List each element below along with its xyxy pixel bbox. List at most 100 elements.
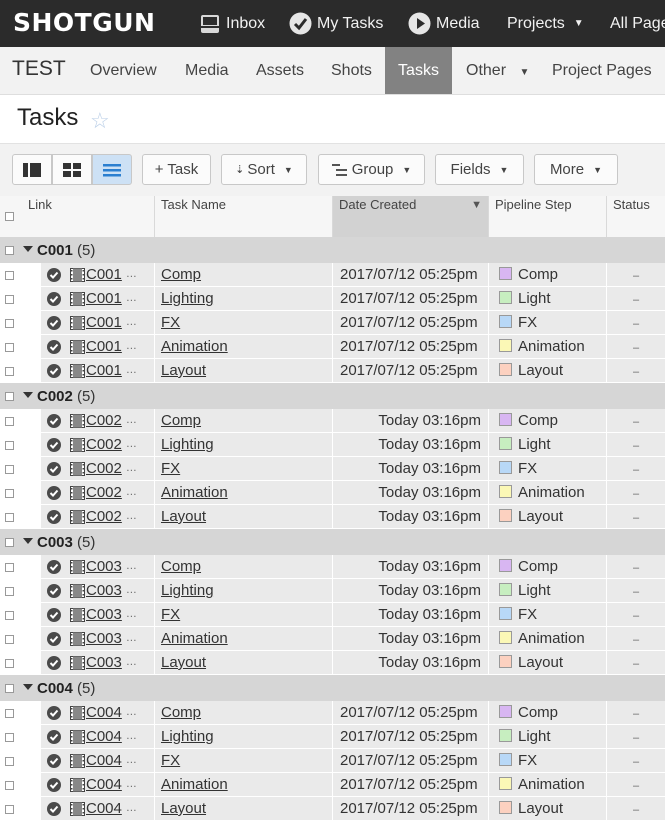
table-row[interactable]: C004 … Layout 2017/07/12 05:25pm Layout – (0, 797, 665, 821)
row-checkbox[interactable] (5, 343, 14, 352)
link-more-icon[interactable]: … (126, 414, 137, 426)
link-more-icon[interactable]: … (126, 340, 137, 352)
column-header-date-created[interactable]: Date Created ▼ (333, 196, 489, 237)
link-more-icon[interactable]: … (126, 656, 137, 668)
shot-link[interactable]: C004 (86, 752, 122, 769)
link-more-icon[interactable]: … (126, 486, 137, 498)
column-header-status[interactable]: Status (607, 196, 665, 237)
shot-link[interactable]: C002 (86, 484, 122, 501)
column-header-task-name[interactable]: Task Name (155, 196, 333, 237)
task-name-link[interactable]: Layout (161, 800, 206, 817)
link-more-icon[interactable]: … (126, 584, 137, 596)
task-status-check-icon[interactable] (47, 364, 61, 378)
row-checkbox[interactable] (5, 563, 14, 572)
task-status-check-icon[interactable] (47, 778, 61, 792)
task-status-check-icon[interactable] (47, 730, 61, 744)
link-more-icon[interactable]: … (126, 462, 137, 474)
link-more-icon[interactable]: … (126, 706, 137, 718)
shot-link[interactable]: C003 (86, 582, 122, 599)
group-checkbox[interactable] (5, 392, 14, 401)
row-checkbox[interactable] (5, 465, 14, 474)
project-name[interactable]: TEST (12, 57, 66, 81)
task-name-link[interactable]: Lighting (161, 436, 214, 453)
table-row[interactable]: C002 … Layout Today 03:16pm Layout – (0, 505, 665, 529)
fields-button[interactable]: Fields ▼ (435, 154, 524, 185)
table-row[interactable]: C003 … FX Today 03:16pm FX – (0, 603, 665, 627)
link-more-icon[interactable]: … (126, 608, 137, 620)
group-header-row[interactable]: C002 (5) (0, 383, 665, 409)
table-row[interactable]: C002 … Animation Today 03:16pm Animation – (0, 481, 665, 505)
link-more-icon[interactable]: … (126, 316, 137, 328)
link-more-icon[interactable]: … (126, 730, 137, 742)
link-more-icon[interactable]: … (126, 560, 137, 572)
task-status-check-icon[interactable] (47, 510, 61, 524)
select-all-checkbox[interactable] (5, 212, 14, 221)
table-row[interactable]: C001 … FX 2017/07/12 05:25pm FX – (0, 311, 665, 335)
tab-assets[interactable]: Assets (256, 47, 304, 94)
task-name-link[interactable]: Comp (161, 558, 201, 575)
table-row[interactable]: C004 … Lighting 2017/07/12 05:25pm Light – (0, 725, 665, 749)
task-name-link[interactable]: FX (161, 314, 180, 331)
task-name-link[interactable]: Lighting (161, 290, 214, 307)
table-row[interactable]: C002 … Comp Today 03:16pm Comp – (0, 409, 665, 433)
task-status-check-icon[interactable] (47, 656, 61, 670)
table-row[interactable]: C001 … Lighting 2017/07/12 05:25pm Light – (0, 287, 665, 311)
shot-link[interactable]: C003 (86, 558, 122, 575)
task-name-link[interactable]: Lighting (161, 582, 214, 599)
table-row[interactable]: C003 … Animation Today 03:16pm Animation – (0, 627, 665, 651)
row-checkbox[interactable] (5, 587, 14, 596)
task-status-check-icon[interactable] (47, 486, 61, 500)
task-name-link[interactable]: Animation (161, 484, 228, 501)
link-more-icon[interactable]: … (126, 632, 137, 644)
table-row[interactable]: C003 … Comp Today 03:16pm Comp – (0, 555, 665, 579)
shot-link[interactable]: C002 (86, 412, 122, 429)
shot-link[interactable]: C002 (86, 460, 122, 477)
shot-link[interactable]: C001 (86, 314, 122, 331)
task-status-check-icon[interactable] (47, 462, 61, 476)
collapse-triangle-icon[interactable] (23, 538, 33, 544)
column-header-pipeline-step[interactable]: Pipeline Step (489, 196, 607, 237)
task-status-check-icon[interactable] (47, 316, 61, 330)
task-name-link[interactable]: Animation (161, 776, 228, 793)
column-header-link[interactable]: Link (22, 196, 155, 237)
tab-other[interactable]: Other ▼ (466, 47, 529, 94)
group-checkbox[interactable] (5, 538, 14, 547)
group-checkbox[interactable] (5, 684, 14, 693)
link-more-icon[interactable]: … (126, 802, 137, 814)
group-header-row[interactable]: C003 (5) (0, 529, 665, 555)
task-status-check-icon[interactable] (47, 268, 61, 282)
link-more-icon[interactable]: … (126, 754, 137, 766)
row-checkbox[interactable] (5, 513, 14, 522)
row-checkbox[interactable] (5, 417, 14, 426)
list-view-button[interactable] (92, 154, 132, 185)
tab-project-pages[interactable]: Project Pages ▼ (552, 47, 665, 94)
row-checkbox[interactable] (5, 757, 14, 766)
more-button[interactable]: More ▼ (534, 154, 618, 185)
task-status-check-icon[interactable] (47, 802, 61, 816)
tab-shots[interactable]: Shots (331, 47, 372, 94)
link-more-icon[interactable]: … (126, 268, 137, 280)
shot-link[interactable]: C001 (86, 266, 122, 283)
my-tasks-nav[interactable]: My Tasks (289, 0, 383, 47)
task-name-link[interactable]: FX (161, 752, 180, 769)
row-checkbox[interactable] (5, 781, 14, 790)
group-header-row[interactable]: C001 (5) (0, 237, 665, 263)
shot-link[interactable]: C001 (86, 362, 122, 379)
tab-overview[interactable]: Overview (90, 47, 157, 94)
task-status-check-icon[interactable] (47, 706, 61, 720)
shot-link[interactable]: C002 (86, 436, 122, 453)
group-button[interactable]: Group ▼ (318, 154, 425, 185)
row-checkbox[interactable] (5, 295, 14, 304)
inbox-nav[interactable]: Inbox (199, 0, 265, 47)
task-status-check-icon[interactable] (47, 414, 61, 428)
task-status-check-icon[interactable] (47, 608, 61, 622)
row-checkbox[interactable] (5, 489, 14, 498)
collapse-triangle-icon[interactable] (23, 684, 33, 690)
task-name-link[interactable]: Layout (161, 654, 206, 671)
task-status-check-icon[interactable] (47, 584, 61, 598)
link-more-icon[interactable]: … (126, 364, 137, 376)
row-checkbox[interactable] (5, 733, 14, 742)
task-name-link[interactable]: Layout (161, 508, 206, 525)
collapse-triangle-icon[interactable] (23, 246, 33, 252)
table-row[interactable]: C004 … FX 2017/07/12 05:25pm FX – (0, 749, 665, 773)
